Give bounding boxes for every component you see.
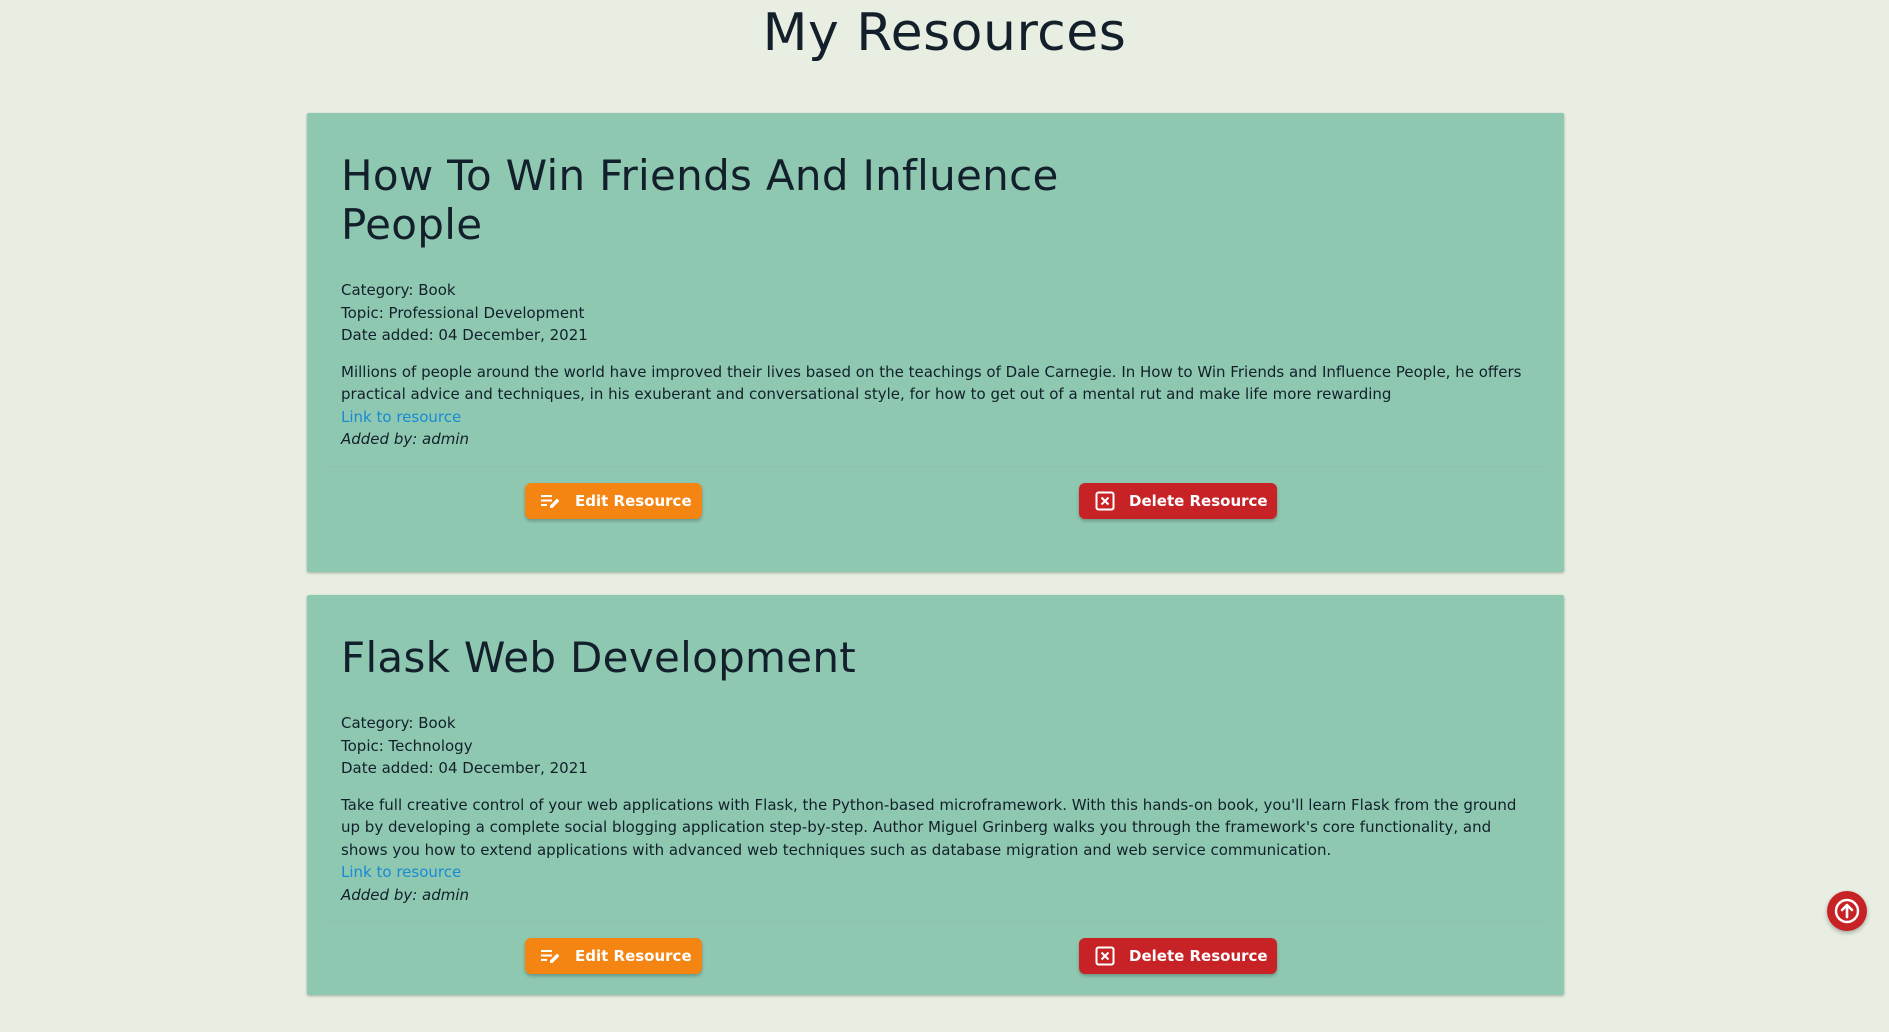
- resource-title: How To Win Friends And Influence People: [341, 151, 1059, 249]
- close-box-icon: [1095, 490, 1115, 512]
- edit-resource-label: Edit Resource: [575, 947, 692, 965]
- arrow-up-icon: [1834, 898, 1860, 924]
- resource-topic: Topic: Professional Development: [341, 303, 585, 322]
- resource-card: How To Win Friends And Influence People …: [307, 113, 1564, 572]
- card-actions: Edit Resource Delete Resource: [329, 465, 1542, 577]
- card-content: Flask Web Development Category: Book Top…: [307, 595, 1564, 906]
- resource-card: Flask Web Development Category: Book Top…: [307, 595, 1564, 995]
- resource-description: Millions of people around the world have…: [341, 362, 1522, 404]
- edit-resource-label: Edit Resource: [575, 491, 692, 510]
- delete-resource-label: Delete Resource: [1129, 947, 1268, 965]
- resource-title: Flask Web Development: [341, 633, 857, 682]
- delete-resource-button[interactable]: Delete Resource: [1079, 482, 1277, 519]
- card-actions: Edit Resource Delete Resource: [329, 921, 1542, 1032]
- delete-resource-button[interactable]: Delete Resource: [1079, 938, 1277, 974]
- edit-note-icon: [541, 945, 561, 967]
- close-box-icon: [1095, 945, 1115, 967]
- page-title: My Resources: [762, 3, 1127, 63]
- resource-link[interactable]: Link to resource: [341, 406, 1530, 429]
- resource-description: Take full creative control of your web a…: [341, 795, 1517, 859]
- edit-resource-button[interactable]: Edit Resource: [525, 482, 702, 519]
- resource-added-by: Added by: admin: [341, 430, 470, 448]
- card-content: How To Win Friends And Influence People …: [307, 113, 1564, 451]
- resource-date-added: Date added: 04 December, 2021: [341, 326, 588, 344]
- edit-resource-button[interactable]: Edit Resource: [525, 938, 702, 974]
- resource-link[interactable]: Link to resource: [341, 861, 1530, 884]
- resource-date-added: Date added: 04 December, 2021: [341, 759, 588, 777]
- delete-resource-label: Delete Resource: [1129, 491, 1268, 510]
- resource-category: Category: Book: [341, 714, 456, 732]
- edit-note-icon: [541, 490, 561, 512]
- resource-category: Category: Book: [341, 281, 456, 299]
- resource-topic: Topic: Technology: [341, 736, 473, 755]
- back-to-top-button[interactable]: [1827, 891, 1867, 931]
- resource-added-by: Added by: admin: [341, 885, 470, 904]
